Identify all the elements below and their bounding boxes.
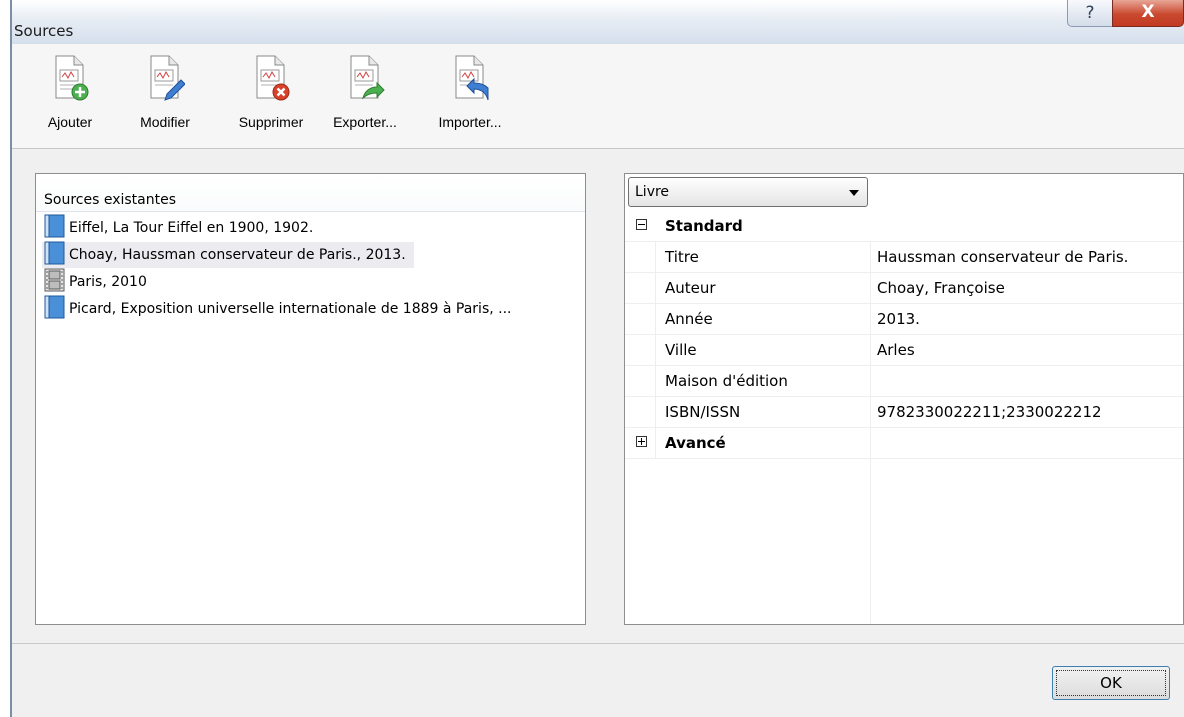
import-label: Importer...: [438, 114, 502, 130]
edit-button[interactable]: Modifier: [130, 54, 200, 144]
document-import-icon: [450, 54, 490, 102]
delete-label: Supprimer: [238, 114, 304, 130]
document-add-icon: [50, 54, 90, 102]
property-row-title[interactable]: Titre Haussman conservateur de Paris.: [625, 242, 1183, 273]
collapse-icon[interactable]: [636, 219, 647, 230]
property-key: Titre: [665, 248, 699, 266]
property-value[interactable]: 2013.: [877, 310, 920, 328]
property-row-author[interactable]: Auteur Choay, Françoise: [625, 273, 1183, 304]
ok-label: OK: [1100, 674, 1122, 692]
property-row-isbn[interactable]: ISBN/ISSN 9782330022211;2330022212: [625, 397, 1183, 428]
property-value[interactable]: Haussman conservateur de Paris.: [877, 248, 1128, 266]
property-row-city[interactable]: Ville Arles: [625, 335, 1183, 366]
category-standard[interactable]: Standard: [625, 211, 1183, 242]
property-key: ISBN/ISSN: [665, 403, 741, 421]
property-key: Année: [665, 310, 713, 328]
sources-list-panel[interactable]: Sources existantes Eiffel, La Tour Eiffe…: [35, 173, 586, 625]
property-value[interactable]: Choay, Françoise: [877, 279, 1005, 297]
export-label: Exporter...: [333, 114, 397, 130]
property-key: Auteur: [665, 279, 716, 297]
list-item-label: Picard, Exposition universelle internati…: [69, 301, 512, 317]
source-details-panel: Livre Standard Titre Haussman conservate…: [624, 173, 1184, 625]
property-row-publisher[interactable]: Maison d'édition: [625, 366, 1183, 397]
category-advanced[interactable]: Avancé: [625, 428, 1183, 459]
document-edit-icon: [145, 54, 186, 102]
property-value[interactable]: Arles: [877, 341, 915, 359]
help-button[interactable]: ?: [1067, 0, 1113, 27]
document-export-icon: [345, 54, 385, 102]
property-row-year[interactable]: Année 2013.: [625, 304, 1183, 335]
category-label: Standard: [665, 217, 743, 235]
footer-separator: [12, 643, 1184, 644]
edit-label: Modifier: [140, 114, 190, 130]
import-button[interactable]: Importer...: [429, 54, 511, 144]
sources-dialog: Sources ? X Ajouter Modifier Supprimer E…: [10, 0, 1184, 717]
add-button[interactable]: Ajouter: [40, 54, 100, 144]
list-item-label: Choay, Haussman conservateur de Paris., …: [69, 247, 406, 263]
list-item-selected[interactable]: Choay, Haussman conservateur de Paris., …: [42, 241, 414, 269]
expand-icon[interactable]: [636, 436, 647, 447]
title-bar: Sources ? X: [12, 0, 1184, 44]
help-icon: ?: [1085, 3, 1095, 23]
delete-button[interactable]: Supprimer: [230, 54, 312, 144]
book-icon: [42, 214, 66, 242]
close-icon: X: [1141, 2, 1155, 22]
category-label: Avancé: [665, 434, 726, 452]
export-button[interactable]: Exporter...: [324, 54, 406, 144]
book-icon: [42, 295, 66, 323]
source-type-select[interactable]: Livre: [628, 177, 868, 207]
document-delete-icon: [251, 54, 291, 102]
film-icon: [42, 268, 66, 296]
add-label: Ajouter: [47, 114, 93, 130]
property-key: Maison d'édition: [665, 372, 788, 390]
chevron-down-icon: [849, 190, 859, 196]
list-item[interactable]: Picard, Exposition universelle internati…: [42, 295, 520, 323]
list-item-label: Paris, 2010: [69, 274, 147, 290]
property-value[interactable]: 9782330022211;2330022212: [877, 403, 1102, 421]
list-item[interactable]: Eiffel, La Tour Eiffel en 1900, 1902.: [42, 214, 321, 242]
close-button[interactable]: X: [1112, 0, 1184, 27]
list-item-label: Eiffel, La Tour Eiffel en 1900, 1902.: [69, 220, 314, 236]
list-item[interactable]: Paris, 2010: [42, 268, 155, 296]
property-key: Ville: [665, 341, 697, 359]
source-type-value: Livre: [635, 184, 670, 200]
toolbar: Ajouter Modifier Supprimer Exporter... I…: [12, 44, 1184, 149]
sources-list-header: Sources existantes: [36, 174, 585, 212]
window-title: Sources: [14, 22, 74, 40]
book-icon: [42, 241, 66, 269]
property-grid: Standard Titre Haussman conservateur de …: [625, 211, 1183, 624]
ok-button[interactable]: OK: [1052, 666, 1170, 700]
